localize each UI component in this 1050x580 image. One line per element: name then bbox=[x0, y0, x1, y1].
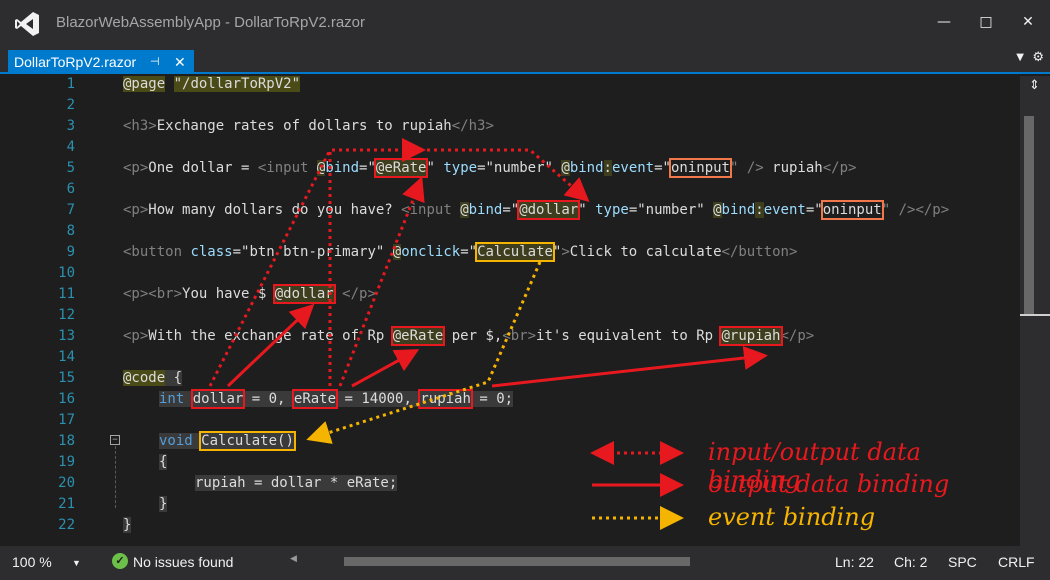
issues-status[interactable]: No issues found bbox=[133, 554, 233, 570]
close-window-button[interactable]: ✕ bbox=[1014, 10, 1042, 34]
check-circle-icon: ✓ bbox=[112, 553, 128, 569]
code-line-5: <p>One dollar = <input @bind="@eRate" ty… bbox=[123, 158, 857, 178]
line-number: 10 bbox=[58, 265, 75, 281]
legend-output-binding: output data binding bbox=[708, 470, 950, 498]
zoom-dropdown-icon[interactable]: ▼ bbox=[72, 558, 81, 568]
status-bar: 100 % ▼ ✓ No issues found ◀ Ln: 22 Ch: 2… bbox=[0, 546, 1050, 580]
code-line-20: rupiah = dollar * eRate; bbox=[195, 475, 398, 491]
code-line-18: void Calculate() bbox=[159, 431, 296, 451]
split-window-icon[interactable]: ⇕ bbox=[1029, 78, 1040, 93]
line-position: Ln: 22 bbox=[835, 554, 874, 570]
line-number: 12 bbox=[58, 307, 75, 323]
line-number: 15 bbox=[58, 370, 75, 386]
line-ending-mode[interactable]: CRLF bbox=[998, 554, 1035, 570]
vertical-scrollbar[interactable]: ⇕ bbox=[1020, 76, 1050, 546]
line-number: 22 bbox=[58, 517, 75, 533]
code-line-11: <p><br>You have $ @dollar </p> bbox=[123, 284, 376, 304]
title-bar: BlazorWebAssemblyApp - DollarToRpV2.razo… bbox=[0, 0, 1050, 46]
rupiah-variable-highlight: rupiah bbox=[418, 389, 473, 409]
zoom-level[interactable]: 100 % bbox=[12, 554, 52, 570]
gear-icon[interactable]: ⚙ bbox=[1032, 50, 1044, 65]
pin-tab-icon[interactable]: ⊣ bbox=[150, 50, 160, 74]
calculate-event-highlight: Calculate bbox=[475, 242, 555, 262]
line-number: 21 bbox=[58, 496, 75, 512]
maximize-button[interactable]: □ bbox=[972, 10, 1000, 34]
whitespace-mode[interactable]: SPC bbox=[948, 554, 977, 570]
line-number: 1 bbox=[66, 76, 75, 92]
code-line-22: } bbox=[123, 517, 132, 533]
line-number: 6 bbox=[66, 181, 75, 197]
code-line-15: @code { bbox=[123, 370, 183, 386]
code-line-1: @page "/dollarToRpV2" bbox=[123, 76, 301, 92]
visual-studio-logo-icon bbox=[15, 12, 39, 36]
code-line-3: <h3>Exchange rates of dollars to rupiah<… bbox=[123, 118, 494, 134]
line-number: 9 bbox=[66, 244, 75, 260]
tab-dollartorpv2-razor[interactable]: DollarToRpV2.razor ⊣ ✕ bbox=[8, 50, 194, 74]
code-line-9: <button class="btn btn-primary" @onclick… bbox=[123, 242, 798, 262]
line-number: 18 bbox=[58, 433, 75, 449]
tab-label: DollarToRpV2.razor bbox=[14, 54, 137, 70]
fold-guide bbox=[115, 446, 116, 508]
dollar-variable-highlight: dollar bbox=[190, 389, 246, 409]
code-line-19: { bbox=[159, 454, 168, 470]
line-number: 4 bbox=[66, 139, 75, 155]
dollar-output-highlight: @dollar bbox=[272, 284, 336, 304]
erate-binding-highlight: @eRate bbox=[373, 158, 429, 178]
oninput-highlight: oninput bbox=[820, 200, 884, 220]
line-number: 11 bbox=[58, 286, 75, 302]
line-number: 13 bbox=[58, 328, 75, 344]
calculate-method-highlight: Calculate() bbox=[199, 431, 296, 451]
collapse-region-icon[interactable]: − bbox=[110, 435, 120, 445]
erate-output-highlight: @eRate bbox=[390, 326, 446, 346]
line-number: 2 bbox=[66, 97, 75, 113]
tab-list-dropdown-icon[interactable]: ▼ bbox=[1016, 52, 1024, 63]
caret-position-marker bbox=[1020, 314, 1050, 316]
code-line-13: <p>With the exchange rate of Rp @eRate p… bbox=[123, 326, 815, 346]
code-line-16: int dollar = 0, eRate = 14000, rupiah = … bbox=[159, 389, 514, 409]
line-number: 8 bbox=[66, 223, 75, 239]
close-tab-icon[interactable]: ✕ bbox=[174, 50, 186, 74]
code-line-21: } bbox=[159, 496, 168, 512]
horizontal-scrollbar-thumb[interactable] bbox=[344, 557, 690, 566]
dollar-binding-highlight: @dollar bbox=[517, 200, 581, 220]
scrollbar-thumb[interactable] bbox=[1024, 116, 1034, 316]
line-number: 7 bbox=[66, 202, 75, 218]
line-number: 20 bbox=[58, 475, 75, 491]
horizontal-scrollbar[interactable]: ◀ bbox=[290, 553, 690, 568]
line-number: 16 bbox=[58, 391, 75, 407]
code-editor[interactable]: 1 2 3 4 5 6 7 8 9 10 11 12 13 14 15 16 1… bbox=[0, 76, 1020, 546]
legend-event-binding: event binding bbox=[708, 503, 876, 531]
line-number: 17 bbox=[58, 412, 75, 428]
oninput-highlight: oninput bbox=[668, 158, 733, 178]
column-position: Ch: 2 bbox=[894, 554, 928, 570]
line-number: 5 bbox=[66, 160, 75, 176]
line-number: 14 bbox=[58, 349, 75, 365]
minimize-button[interactable]: — bbox=[930, 10, 958, 34]
code-line-7: <p>How many dollars do you have? <input … bbox=[123, 200, 950, 220]
rupiah-output-highlight: @rupiah bbox=[719, 326, 783, 346]
line-number: 3 bbox=[66, 118, 75, 134]
line-number: 19 bbox=[58, 454, 75, 470]
erate-variable-highlight: eRate bbox=[291, 389, 339, 409]
tab-strip: DollarToRpV2.razor ⊣ ✕ bbox=[0, 46, 1050, 74]
scroll-left-icon[interactable]: ◀ bbox=[290, 553, 297, 564]
window-title: BlazorWebAssemblyApp - DollarToRpV2.razo… bbox=[56, 14, 366, 31]
